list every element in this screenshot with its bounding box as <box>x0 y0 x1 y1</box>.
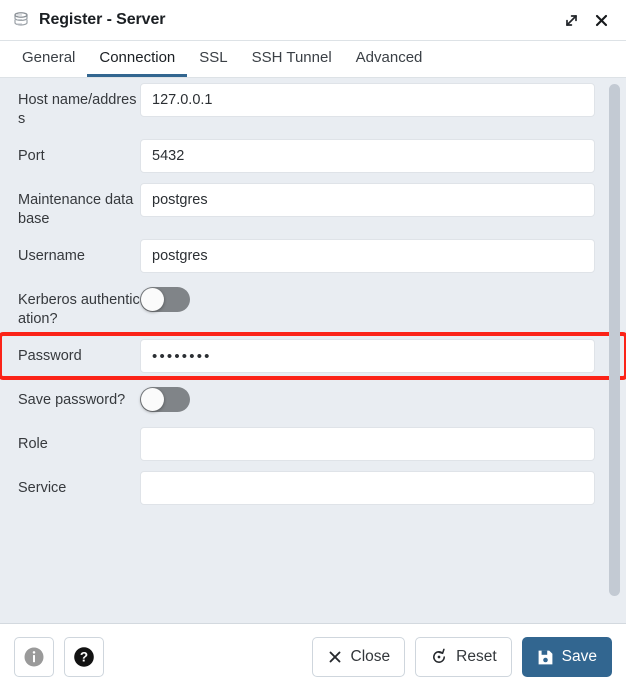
label-maintenance-database: Maintenance database <box>18 192 134 227</box>
control-username <box>140 239 626 273</box>
tab-connection[interactable]: Connection <box>87 41 188 77</box>
service-input[interactable] <box>140 471 595 505</box>
reset-button-label: Reset <box>456 648 497 665</box>
username-input[interactable] <box>140 239 595 273</box>
control-save-password <box>140 383 626 412</box>
scrollbar-thumb[interactable] <box>609 84 620 596</box>
close-button-label: Close <box>350 648 391 665</box>
footer-button-bar: ? Close Reset Save <box>0 624 626 690</box>
save-button[interactable]: Save <box>521 637 612 677</box>
help-button[interactable]: ? <box>64 637 104 677</box>
expand-diagonal-icon[interactable] <box>558 7 584 33</box>
kerberos-authentication-toggle[interactable] <box>140 287 190 312</box>
close-button[interactable]: Close <box>311 637 406 677</box>
control-kerberos-authentication <box>140 283 626 312</box>
label-password: Password <box>18 348 82 364</box>
tab-bar: General Connection SSL SSH Tunnel Advanc… <box>0 41 626 78</box>
server-stack-icon <box>14 12 28 26</box>
close-x-icon[interactable] <box>588 7 614 33</box>
field-row-password: Password <box>0 332 626 380</box>
info-button[interactable] <box>14 637 54 677</box>
svg-text:?: ? <box>80 650 88 665</box>
tab-general[interactable]: General <box>10 41 87 77</box>
field-row-username: Username <box>0 234 626 278</box>
form-scroll-area: Host name/address Port Maintenance datab… <box>0 78 626 624</box>
field-row-kerberos-authentication: Kerberos authentication? <box>0 278 626 334</box>
toggle-knob-icon <box>141 288 164 311</box>
label-username: Username <box>18 248 85 264</box>
label-port: Port <box>18 148 45 164</box>
field-row-maintenance-database: Maintenance database <box>0 178 626 234</box>
field-row-role: Role <box>0 422 626 466</box>
control-port <box>140 139 626 173</box>
port-input[interactable] <box>140 139 595 173</box>
field-row-service: Service <box>0 466 626 510</box>
label-host-name-address: Host name/address <box>18 92 137 127</box>
connection-form: Host name/address Port Maintenance datab… <box>0 78 626 623</box>
password-input[interactable] <box>140 339 595 373</box>
tab-ssl[interactable]: SSL <box>187 41 239 77</box>
dialog-title: Register - Server <box>39 11 166 28</box>
toggle-knob-icon <box>141 388 164 411</box>
field-row-save-password: Save password? <box>0 378 626 422</box>
help-circle-icon: ? <box>74 647 94 667</box>
host-name-address-input[interactable] <box>140 83 595 117</box>
close-x-icon <box>327 649 343 665</box>
maintenance-database-input[interactable] <box>140 183 595 217</box>
label-role: Role <box>18 436 48 452</box>
control-host-name-address <box>140 83 626 117</box>
role-input[interactable] <box>140 427 595 461</box>
save-button-label: Save <box>561 648 597 665</box>
label-service: Service <box>18 480 67 496</box>
reset-button[interactable]: Reset <box>415 637 512 677</box>
save-password-toggle[interactable] <box>140 387 190 412</box>
control-service <box>140 471 626 505</box>
label-save-password: Save password? <box>18 392 126 408</box>
info-circle-icon <box>24 647 44 667</box>
tab-ssh-tunnel[interactable]: SSH Tunnel <box>240 41 344 77</box>
title-bar: Register - Server <box>0 0 626 41</box>
label-kerberos-authentication: Kerberos authentication? <box>18 292 140 327</box>
control-password <box>140 339 626 373</box>
field-row-host: Host name/address <box>0 78 626 134</box>
control-role <box>140 427 626 461</box>
floppy-disk-icon <box>537 649 554 666</box>
vertical-scrollbar[interactable] <box>609 84 620 617</box>
register-server-dialog: Register - Server General Connection SSL… <box>0 0 626 690</box>
tab-advanced[interactable]: Advanced <box>344 41 435 77</box>
control-maintenance-database <box>140 183 626 217</box>
field-row-port: Port <box>0 134 626 178</box>
reset-circular-arrow-icon <box>430 648 448 666</box>
